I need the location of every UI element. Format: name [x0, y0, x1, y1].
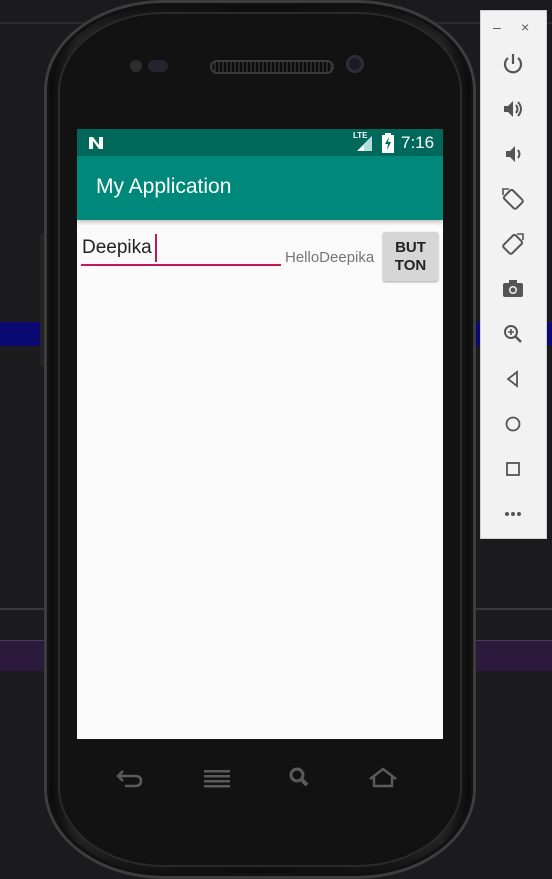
edit-text-value: Deepika [82, 237, 152, 258]
rotate-right-icon[interactable] [500, 231, 526, 257]
more-icon[interactable] [500, 501, 526, 527]
overview-icon[interactable] [500, 456, 526, 482]
minimize-button[interactable]: – [493, 19, 501, 35]
main-button[interactable]: BUTTON [383, 232, 438, 281]
volume-up-icon[interactable] [500, 96, 526, 122]
hardware-menu-icon[interactable] [202, 765, 232, 791]
rotate-left-icon[interactable] [500, 186, 526, 212]
battery-charging-icon [382, 133, 394, 153]
front-camera [346, 55, 364, 73]
hardware-home-icon[interactable] [368, 765, 398, 791]
light-sensor [148, 60, 168, 72]
home-icon[interactable] [500, 411, 526, 437]
proximity-sensor [130, 60, 142, 72]
back-icon[interactable] [500, 366, 526, 392]
greeting-text-view: HelloDeepika [285, 249, 375, 266]
hardware-search-icon[interactable] [285, 765, 315, 791]
app-bar: My Application [77, 156, 443, 220]
emulator-toolbar: – × [480, 10, 547, 539]
name-edit-text[interactable]: Deepika [81, 232, 281, 266]
device-screen: LTE 7:16 My Application Deepika HelloDee… [77, 129, 443, 739]
close-button[interactable]: × [521, 19, 529, 35]
notification-n-icon [89, 137, 103, 149]
text-cursor [155, 234, 157, 262]
status-clock: 7:16 [401, 133, 435, 152]
volume-down-icon[interactable] [500, 141, 526, 167]
camera-icon[interactable] [500, 276, 526, 302]
app-title: My Application [96, 175, 232, 198]
status-bar: LTE 7:16 [77, 129, 443, 156]
edit-text-underline [81, 264, 281, 266]
hardware-back-icon[interactable] [115, 765, 145, 791]
main-button-label: BUTTON [394, 238, 427, 274]
signal-icon [357, 136, 372, 151]
power-icon[interactable] [500, 51, 526, 77]
earpiece-speaker [210, 60, 334, 74]
zoom-icon[interactable] [500, 321, 526, 347]
